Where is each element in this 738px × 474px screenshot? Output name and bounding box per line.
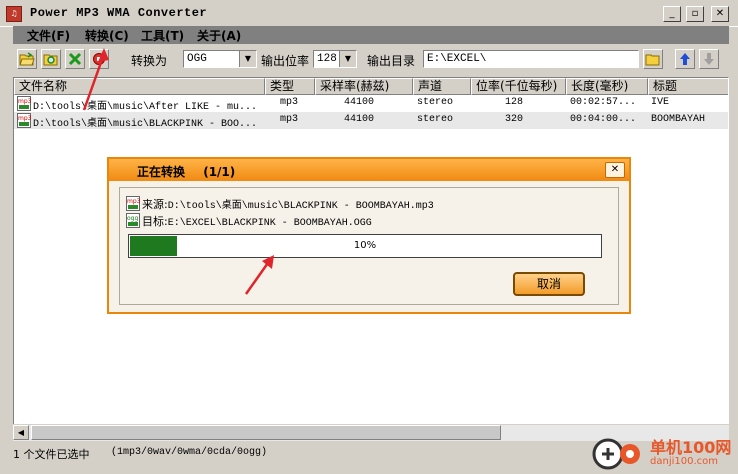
move-up-button[interactable] bbox=[675, 49, 695, 69]
format-select[interactable]: OGG ▼ bbox=[183, 50, 257, 68]
ogg-file-icon: ogg bbox=[126, 213, 140, 228]
search-folder-icon bbox=[43, 54, 58, 66]
minimize-button[interactable]: _ bbox=[663, 6, 681, 22]
open-folder-button[interactable] bbox=[17, 49, 37, 69]
cell-sample-rate: 44100 bbox=[344, 97, 375, 108]
dialog-body: mp3 来源:D:\tools\桌面\music\BLACKPINK - BOO… bbox=[119, 187, 619, 305]
column-title[interactable]: 标题 bbox=[648, 78, 728, 95]
column-sample-rate[interactable]: 采样率(赫兹) bbox=[315, 78, 413, 95]
source-label: 来源: bbox=[142, 198, 168, 211]
progress-bar: 10% bbox=[128, 234, 602, 258]
column-file-name[interactable]: 文件名称 bbox=[14, 78, 265, 95]
mp3-file-icon: mp3 bbox=[17, 96, 31, 111]
conversion-dialog: 正在转换 (1/1) ✕ mp3 来源:D:\tools\桌面\music\BL… bbox=[107, 157, 631, 314]
cell-type: mp3 bbox=[280, 114, 299, 125]
svg-text:mp3: mp3 bbox=[18, 115, 31, 122]
cell-type: mp3 bbox=[280, 97, 299, 108]
arrow-down-icon bbox=[704, 53, 714, 65]
dialog-title: 正在转换 (1/1) bbox=[137, 163, 235, 180]
bitrate-label: 输出位率 bbox=[261, 54, 310, 68]
menu-tools[interactable]: 工具(T) bbox=[141, 27, 184, 44]
cell-channels: stereo bbox=[417, 97, 454, 108]
source-line: 来源:D:\tools\桌面\music\BLACKPINK - BOOMBAY… bbox=[142, 196, 434, 212]
annotation-arrow-icon bbox=[244, 255, 274, 295]
cell-title: IVE bbox=[651, 97, 670, 108]
menu-about[interactable]: 关于(A) bbox=[197, 27, 241, 44]
column-length[interactable]: 长度(毫秒) bbox=[566, 78, 648, 95]
svg-text:mp3: mp3 bbox=[127, 198, 140, 205]
target-path: E:\EXCEL\BLACKPINK - BOOMBAYAH.OGG bbox=[167, 218, 372, 229]
chevron-down-icon[interactable]: ▼ bbox=[239, 51, 256, 67]
folder-icon bbox=[645, 54, 660, 66]
progress-text: 10% bbox=[353, 240, 377, 251]
close-button[interactable]: ✕ bbox=[711, 6, 729, 22]
column-channels[interactable]: 声道 bbox=[413, 78, 471, 95]
cell-title: BOOMBAYAH bbox=[651, 114, 706, 125]
output-dir-value: E:\EXCEL\ bbox=[427, 53, 487, 65]
target-line: 目标:E:\EXCEL\BLACKPINK - BOOMBAYAH.OGG bbox=[142, 213, 372, 229]
cell-file: D:\tools\桌面\music\BLACKPINK - BOO... bbox=[33, 119, 258, 130]
target-label: 目标: bbox=[142, 215, 168, 228]
column-type[interactable]: 类型 bbox=[265, 78, 315, 95]
convert-to-label: 转换为 bbox=[131, 54, 168, 68]
status-formats: (1mp3/0wav/0wma/0cda/0ogg) bbox=[111, 447, 268, 458]
table-row[interactable]: mp3 D:\tools\桌面\music\BLACKPINK - BOO...… bbox=[14, 112, 728, 130]
table-row[interactable]: mp3 D:\tools\桌面\music\After LIKE - mu...… bbox=[14, 95, 728, 113]
cell-bitrate: 128 bbox=[505, 97, 524, 108]
cell-channels: stereo bbox=[417, 114, 454, 125]
dialog-count: (1/1) bbox=[203, 165, 236, 179]
format-value: OGG bbox=[187, 53, 207, 65]
cell-bitrate: 320 bbox=[505, 114, 524, 125]
list-header: 文件名称 类型 采样率(赫兹) 声道 位率(千位每秒) 长度(毫秒) 标题 bbox=[14, 78, 728, 95]
output-dir-label: 输出目录 bbox=[367, 54, 416, 68]
cell-length: 00:04:00... bbox=[570, 114, 637, 125]
column-bitrate[interactable]: 位率(千位每秒) bbox=[471, 78, 566, 95]
cell-sample-rate: 44100 bbox=[344, 114, 375, 125]
browse-button[interactable] bbox=[643, 49, 663, 69]
output-dir-field[interactable]: E:\EXCEL\ bbox=[423, 50, 639, 68]
annotation-arrow-icon bbox=[82, 48, 109, 111]
watermark: 单机100网 danji100.com bbox=[590, 432, 738, 474]
scroll-left-button[interactable]: ◀ bbox=[13, 425, 29, 440]
cell-length: 00:02:57... bbox=[570, 97, 637, 108]
open-folder-icon bbox=[19, 52, 35, 66]
chevron-down-icon[interactable]: ▼ bbox=[339, 51, 356, 67]
maximize-button[interactable]: ▫ bbox=[686, 6, 704, 22]
watermark-url: danji100.com bbox=[650, 456, 718, 467]
menu-bar: 文件(F) 转换(C) 工具(T) 关于(A) bbox=[13, 26, 729, 44]
arrow-up-icon bbox=[680, 53, 690, 65]
watermark-text: 单机100网 bbox=[650, 438, 732, 457]
dialog-title-text: 正在转换 bbox=[137, 165, 186, 179]
watermark-logo-icon bbox=[592, 438, 640, 470]
menu-convert[interactable]: 转换(C) bbox=[85, 27, 129, 44]
dialog-title-bar: 正在转换 (1/1) ✕ bbox=[109, 159, 629, 181]
status-selected: 1 个文件已选中 bbox=[13, 448, 90, 461]
app-icon: ♫ bbox=[6, 6, 22, 22]
move-down-button[interactable] bbox=[699, 49, 719, 69]
cell-file: D:\tools\桌面\music\After LIKE - mu... bbox=[33, 102, 258, 113]
toolbar: 转换为 OGG ▼ 输出位率 128 ▼ 输出目录 E:\EXCEL\ bbox=[13, 46, 729, 74]
window-title: Power MP3 WMA Converter bbox=[30, 6, 208, 20]
dialog-close-button[interactable]: ✕ bbox=[605, 162, 625, 178]
menu-file[interactable]: 文件(F) bbox=[27, 27, 70, 44]
source-path: D:\tools\桌面\music\BLACKPINK - BOOMBAYAH.… bbox=[167, 201, 434, 212]
cancel-button[interactable]: 取消 bbox=[513, 272, 585, 296]
mp3-file-icon: mp3 bbox=[126, 196, 140, 211]
mp3-file-icon: mp3 bbox=[17, 113, 31, 128]
title-bar: ♫ Power MP3 WMA Converter _ ▫ ✕ bbox=[0, 0, 738, 27]
add-folder-button[interactable] bbox=[41, 49, 61, 69]
svg-text:mp3: mp3 bbox=[18, 98, 31, 105]
svg-text:ogg: ogg bbox=[127, 215, 138, 222]
bitrate-select[interactable]: 128 ▼ bbox=[313, 50, 357, 68]
scroll-thumb[interactable] bbox=[31, 425, 501, 440]
bitrate-value: 128 bbox=[317, 53, 337, 65]
